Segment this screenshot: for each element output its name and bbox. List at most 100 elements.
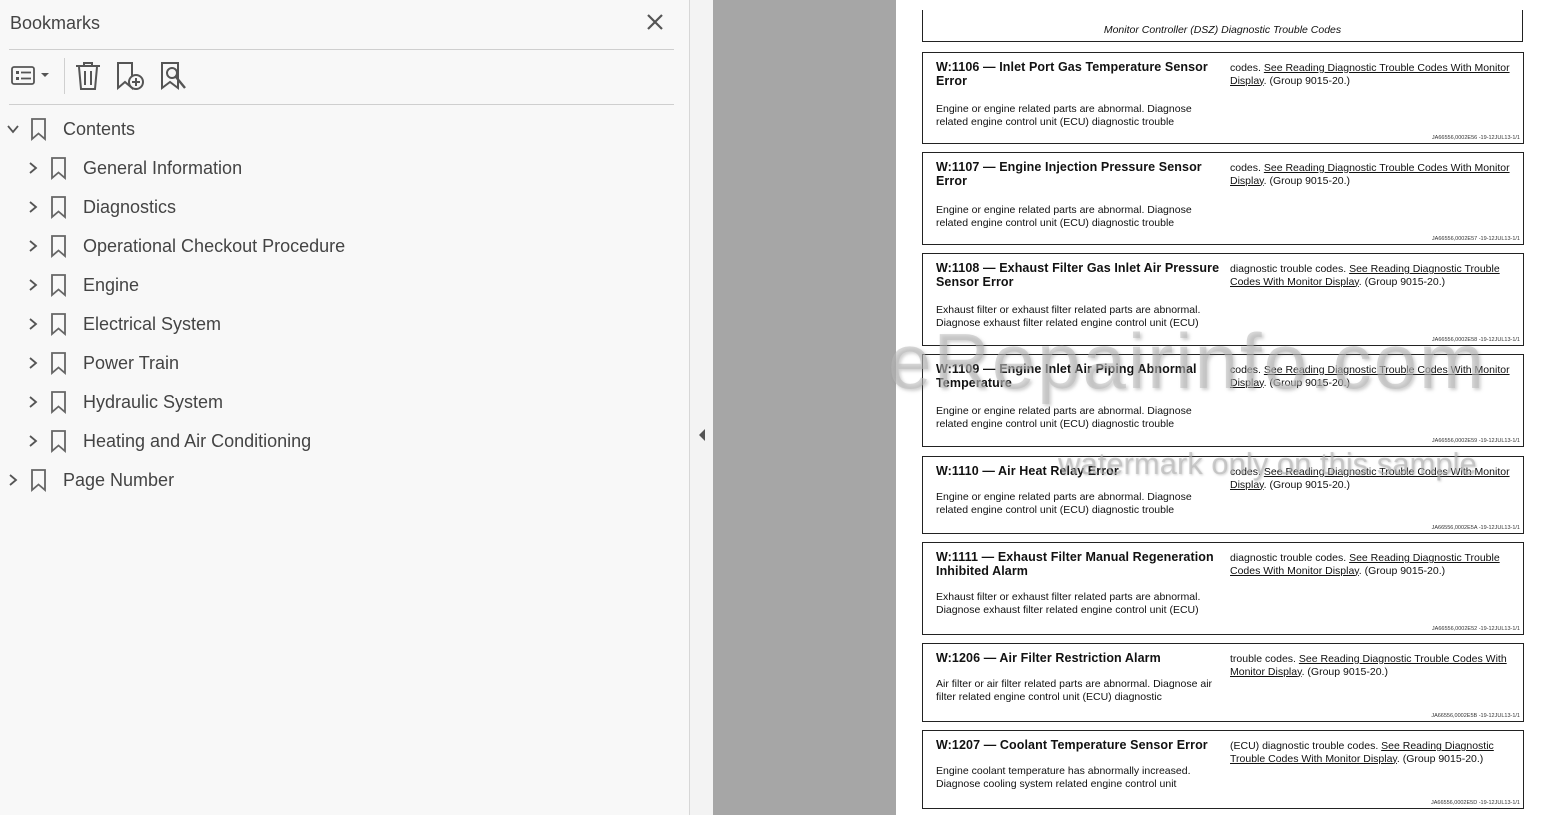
options-button[interactable] bbox=[10, 60, 54, 92]
bookmark-item-hydraulic-system[interactable]: Hydraulic System bbox=[23, 384, 223, 420]
dtc-entry-w1106: W:1106 — Inlet Port Gas Temperature Sens… bbox=[922, 52, 1524, 144]
chevron-right-icon[interactable] bbox=[23, 158, 43, 178]
dtc-entry-w1206: W:1206 — Air Filter Restriction Alarm Ai… bbox=[922, 643, 1524, 722]
text: diagnostic trouble codes. bbox=[1230, 263, 1350, 275]
bookmark-item-engine[interactable]: Engine bbox=[23, 267, 139, 303]
delete-button[interactable] bbox=[73, 60, 103, 92]
watermark-sub: watermark only on this sample bbox=[1058, 446, 1477, 481]
delete-icon bbox=[76, 62, 100, 90]
chevron-right-icon[interactable] bbox=[23, 197, 43, 217]
dtc-entry-w1107: W:1107 — Engine Injection Pressure Senso… bbox=[922, 152, 1524, 245]
bookmark-icon bbox=[29, 468, 49, 492]
bookmarks-panel: Bookmarks Contents General Information D… bbox=[0, 0, 690, 815]
panel-gutter bbox=[690, 0, 713, 815]
dtc-entry-w1207: W:1207 — Coolant Temperature Sensor Erro… bbox=[922, 730, 1524, 809]
close-icon bbox=[647, 14, 663, 30]
document-page: Monitor Controller (DSZ) Diagnostic Trou… bbox=[896, 0, 1553, 815]
text: diagnostic trouble codes. bbox=[1230, 552, 1350, 564]
bookmark-icon bbox=[49, 273, 69, 297]
chevron-right-icon[interactable] bbox=[23, 392, 43, 412]
dtc-reference-text: diagnostic trouble codes. See Reading Di… bbox=[1230, 552, 1516, 577]
bookmark-label: Contents bbox=[63, 118, 136, 139]
chevron-right-icon[interactable] bbox=[23, 314, 43, 334]
bookmark-icon bbox=[49, 429, 69, 453]
text: . (Group 9015-20.) bbox=[1358, 275, 1446, 288]
bookmark-icon bbox=[49, 390, 69, 414]
chevron-right-icon[interactable] bbox=[3, 470, 23, 490]
bookmark-label: Engine bbox=[83, 274, 140, 295]
dtc-title: W:1108 — Exhaust Filter Gas Inlet Air Pr… bbox=[936, 261, 1220, 289]
bookmark-item-operational-checkout[interactable]: Operational Checkout Procedure bbox=[23, 228, 345, 264]
text: . (Group 9015-20.) bbox=[1263, 174, 1351, 187]
chevron-right-icon[interactable] bbox=[23, 236, 43, 256]
text: codes. bbox=[1230, 162, 1264, 174]
chevron-right-icon[interactable] bbox=[23, 353, 43, 373]
chevron-right-icon[interactable] bbox=[23, 431, 43, 451]
text: (ECU) diagnostic trouble codes. bbox=[1230, 740, 1382, 752]
dtc-description: Engine coolant temperature has abnormall… bbox=[936, 765, 1191, 790]
dtc-reference-text: diagnostic trouble codes. See Reading Di… bbox=[1230, 263, 1516, 288]
bookmark-label: Hydraulic System bbox=[83, 391, 224, 412]
bookmark-item-contents[interactable]: Contents bbox=[3, 111, 135, 147]
collapse-panel-icon bbox=[699, 429, 705, 441]
dtc-reference-text: codes. See Reading Diagnostic Trouble Co… bbox=[1230, 62, 1516, 87]
page-header: Monitor Controller (DSZ) Diagnostic Trou… bbox=[1103, 24, 1342, 36]
bookmark-item-general-information[interactable]: General Information bbox=[23, 150, 242, 186]
dtc-description: Air filter or air filter related parts a… bbox=[936, 678, 1213, 703]
dtc-description: Engine or engine related parts are abnor… bbox=[936, 405, 1192, 430]
dtc-reference-text: codes. See Reading Diagnostic Trouble Co… bbox=[1230, 162, 1516, 187]
document-background bbox=[713, 0, 896, 815]
watermark-main: eRepairinfo.com bbox=[888, 317, 1486, 405]
dtc-title: W:1107 — Engine Injection Pressure Senso… bbox=[936, 160, 1202, 188]
bookmark-icon bbox=[49, 195, 69, 219]
page-header-box: Monitor Controller (DSZ) Diagnostic Trou… bbox=[922, 10, 1523, 42]
bookmark-label: General Information bbox=[83, 157, 243, 178]
bookmark-label: Heating and Air Conditioning bbox=[83, 430, 312, 451]
bookmark-item-electrical-system[interactable]: Electrical System bbox=[23, 306, 221, 342]
doc-ref-code: JA66556,0002E5A -19-12JUL13-1/1 bbox=[1431, 525, 1520, 531]
bookmark-label: Page Number bbox=[63, 469, 175, 490]
bookmark-icon bbox=[49, 312, 69, 336]
text: . (Group 9015-20.) bbox=[1396, 752, 1484, 765]
doc-ref-code: JA66556,0002E59 -19-12JUL13-1/1 bbox=[1431, 438, 1520, 444]
text: . (Group 9015-20.) bbox=[1301, 665, 1388, 678]
find-bookmark-button[interactable] bbox=[158, 60, 190, 92]
bookmark-label: Power Train bbox=[83, 352, 180, 373]
dtc-title: W:1207 — Coolant Temperature Sensor Erro… bbox=[936, 738, 1208, 752]
options-icon bbox=[11, 66, 49, 85]
collapse-panel-button[interactable] bbox=[697, 427, 707, 443]
doc-ref-code: JA66556,0002E56 -19-12JUL13-1/1 bbox=[1431, 135, 1520, 141]
chevron-down-icon[interactable] bbox=[3, 119, 23, 139]
text: trouble codes. bbox=[1230, 653, 1299, 665]
dtc-title: W:1206 — Air Filter Restriction Alarm bbox=[936, 651, 1161, 665]
divider bbox=[9, 49, 674, 50]
add-bookmark-icon bbox=[117, 62, 144, 91]
bookmark-icon bbox=[49, 156, 69, 180]
dtc-description: Engine or engine related parts are abnor… bbox=[936, 491, 1192, 516]
add-bookmark-button[interactable] bbox=[114, 60, 146, 92]
doc-ref-code: JA66556,0002E57 -19-12JUL13-1/1 bbox=[1431, 236, 1520, 242]
dtc-description: Exhaust filter or exhaust filter related… bbox=[936, 591, 1201, 616]
text: codes. bbox=[1230, 62, 1264, 74]
doc-ref-code: JA66556,0002E52 -19-12JUL13-1/1 bbox=[1431, 626, 1520, 632]
bookmark-item-page-number[interactable]: Page Number bbox=[3, 462, 174, 498]
bookmark-item-power-train[interactable]: Power Train bbox=[23, 345, 179, 381]
dtc-title: W:1111 — Exhaust Filter Manual Regenerat… bbox=[936, 550, 1214, 578]
toolbar-separator bbox=[64, 58, 65, 94]
bookmark-icon bbox=[29, 117, 49, 141]
bookmark-label: Diagnostics bbox=[83, 196, 177, 217]
bookmark-item-diagnostics[interactable]: Diagnostics bbox=[23, 189, 176, 225]
bookmark-icon bbox=[49, 234, 69, 258]
close-button[interactable] bbox=[643, 10, 667, 34]
bookmark-item-heating-air-conditioning[interactable]: Heating and Air Conditioning bbox=[23, 423, 311, 459]
dtc-description: Engine or engine related parts are abnor… bbox=[936, 204, 1192, 229]
dtc-title: W:1106 — Inlet Port Gas Temperature Sens… bbox=[936, 60, 1208, 88]
bookmark-label: Electrical System bbox=[83, 313, 222, 334]
chevron-right-icon[interactable] bbox=[23, 275, 43, 295]
bookmark-label: Operational Checkout Procedure bbox=[83, 235, 346, 256]
doc-ref-code: JA66556,0002E5D -19-12JUL13-1/1 bbox=[1431, 800, 1520, 806]
find-bookmark-icon bbox=[161, 62, 186, 90]
dtc-reference-text: trouble codes. See Reading Diagnostic Tr… bbox=[1230, 653, 1516, 678]
panel-title: Bookmarks bbox=[10, 13, 101, 33]
dtc-description: Engine or engine related parts are abnor… bbox=[936, 103, 1192, 128]
